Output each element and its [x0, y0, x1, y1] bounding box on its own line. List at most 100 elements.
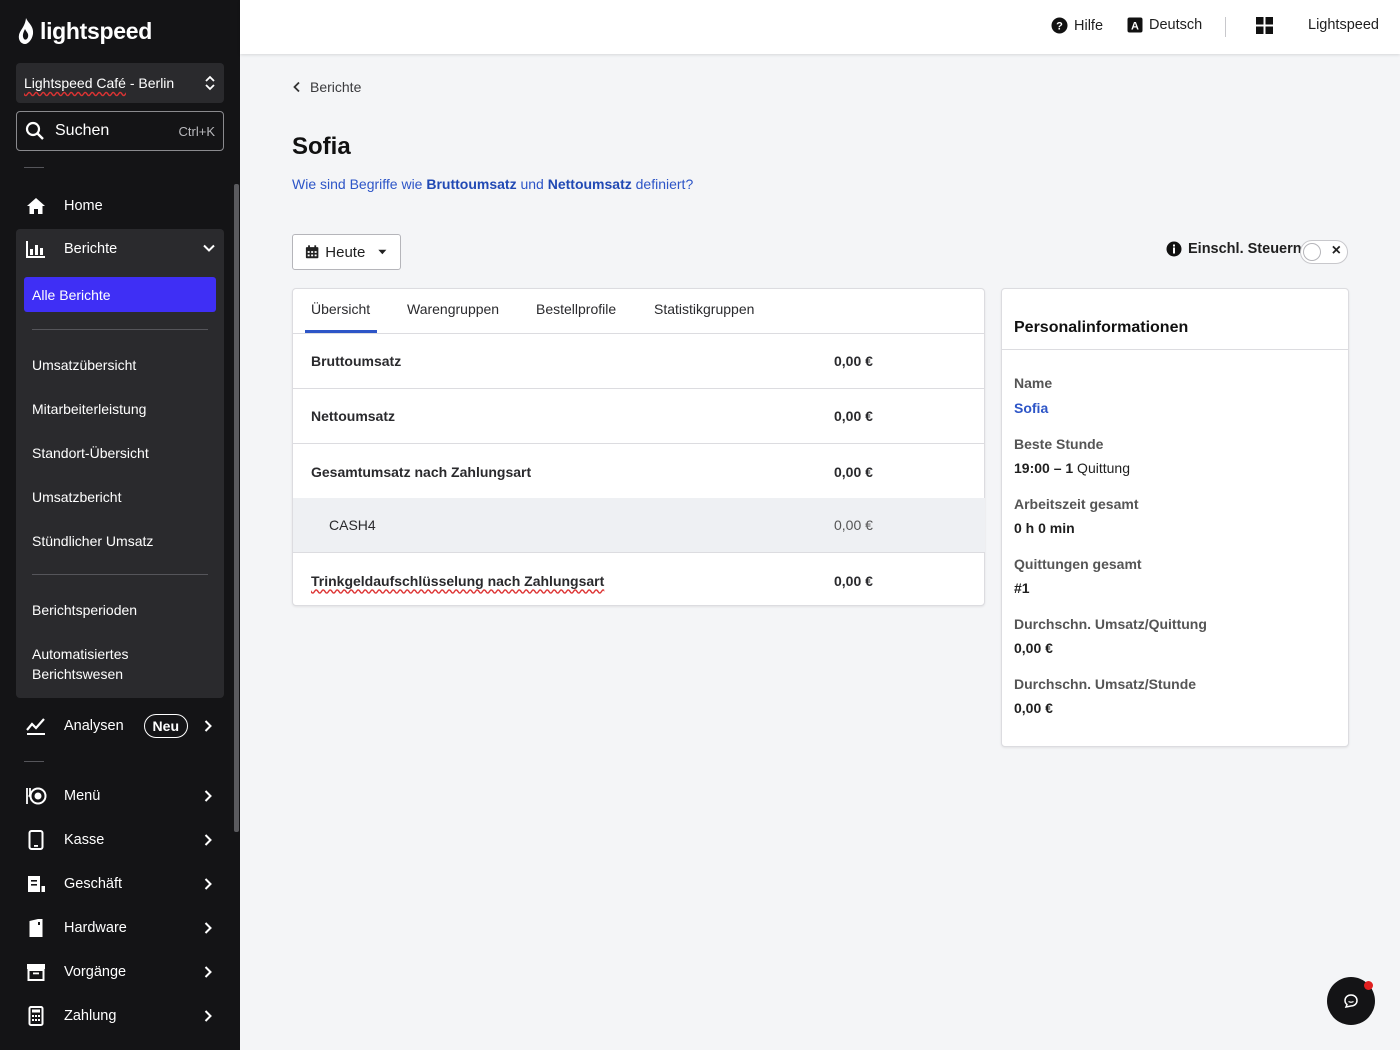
row-value: 0,00 € [834, 572, 873, 589]
sidebar-item-sales-overview[interactable]: Umsatzübersicht [32, 355, 208, 375]
help-label: Hilfe [1074, 17, 1104, 34]
chevron-right-icon [200, 876, 216, 892]
avg-hour-label: Durchschn. Umsatz/Stunde [1014, 676, 1197, 692]
chevron-right-icon [200, 832, 216, 848]
sidebar-scrollbar[interactable] [234, 184, 239, 832]
breadcrumb[interactable]: Berichte [292, 79, 361, 95]
row-value: 0,00 € [834, 353, 873, 369]
definitions-help: Wie sind Begriffe wie Bruttoumsatz und N… [292, 176, 693, 192]
staff-name-link[interactable]: Sofia [1014, 400, 1048, 416]
nav-kasse-label: Kasse [64, 832, 105, 848]
help-suffix: definiert? [631, 176, 694, 192]
nav-hardware[interactable]: Hardware [16, 908, 224, 948]
nav-menu[interactable]: Menü [16, 776, 224, 816]
svg-text:A: A [1131, 21, 1139, 33]
tab-overview[interactable]: Übersicht [311, 301, 370, 317]
calendar-icon [305, 245, 319, 259]
search-icon [25, 121, 44, 140]
notification-dot [1364, 981, 1373, 990]
search-shortcut: Ctrl+K [178, 123, 215, 139]
worktime-label: Arbeitszeit gesamt [1014, 496, 1139, 512]
chevron-right-icon [200, 920, 216, 936]
nav-vorgaenge[interactable]: Vorgänge [16, 952, 224, 992]
home-icon [24, 194, 48, 218]
row-value: 0,00 € [834, 463, 873, 480]
chevron-right-icon [200, 788, 216, 804]
tab-product-groups[interactable]: Warengruppen [407, 301, 499, 317]
search-input[interactable]: Suchen Ctrl+K [16, 111, 224, 151]
top-bar: ? Hilfe A Deutsch Lightspeed [240, 0, 1400, 54]
sidebar-item-location-overview[interactable]: Standort-Übersicht [32, 443, 208, 463]
sidebar-item-automated-reporting[interactable]: Automatisiertes Berichtswesen [32, 644, 208, 684]
nav-reports-label: Berichte [64, 241, 118, 257]
avg-receipt-label: Durchschn. Umsatz/Quittung [1014, 616, 1207, 632]
nav-zahlung-label: Zahlung [64, 1008, 117, 1024]
tab-statistic-groups[interactable]: Statistikgruppen [654, 301, 754, 317]
caret-down-icon [378, 249, 387, 255]
nav-home[interactable]: Home [16, 186, 224, 226]
nav-kasse[interactable]: Kasse [16, 820, 224, 860]
divider [32, 329, 208, 330]
row-label: Nettoumsatz [311, 408, 396, 424]
help-link[interactable]: ? Hilfe [1051, 17, 1103, 34]
chat-button[interactable] [1327, 977, 1375, 1025]
brand-name: lightspeed [40, 17, 153, 44]
breadcrumb-label: Berichte [310, 79, 362, 95]
tax-label-text: Einschl. Steuern [1188, 241, 1302, 257]
nav-reports[interactable]: Berichte [16, 229, 224, 269]
chevron-updown-icon [205, 75, 215, 91]
divider [1225, 17, 1226, 37]
period-dropdown[interactable]: Heute [292, 234, 401, 270]
row-label: Trinkgeldaufschlüsselung nach Zahlungsar… [311, 572, 605, 589]
best-hour-value: 19:00 – 1 Quittung [1014, 460, 1130, 476]
row-value: 0,00 € [834, 517, 873, 533]
language-label: Deutsch [1149, 17, 1203, 33]
sidebar-item-staff-performance[interactable]: Mitarbeiterleistung [32, 399, 208, 419]
nav-geschaeft-label: Geschäft [64, 876, 123, 892]
store-selector[interactable]: Lightspeed Café - Berlin [16, 63, 224, 103]
nav-vorgaenge-label: Vorgänge [64, 964, 127, 980]
calculator-icon [24, 1004, 48, 1028]
sidebar-item-all-reports[interactable]: Alle Berichte [24, 277, 216, 312]
lightspeed-logo[interactable]: lightspeed [16, 16, 152, 46]
hardware-icon [24, 916, 48, 940]
tax-label: Einschl. Steuern [1166, 241, 1302, 257]
sidebar-item-hourly-sales[interactable]: Stündlicher Umsatz [32, 531, 208, 551]
nav-analysen[interactable]: Analysen Neu [16, 706, 224, 746]
help-mid: und [516, 176, 548, 192]
sidebar-item-sales-report[interactable]: Umsatzbericht [32, 487, 208, 507]
best-hour-unit: Quittung [1073, 460, 1130, 476]
table-row: Gesamtumsatz nach Zahlungsart 0,00 € [293, 444, 985, 499]
row-value: 0,00 € [834, 408, 873, 424]
apps-button[interactable] [1256, 17, 1273, 34]
divider [24, 761, 44, 762]
net-sales-term-link[interactable]: Nettoumsatz [548, 176, 632, 192]
account-label: Lightspeed [1308, 17, 1379, 33]
personal-info-card: Personalinformationen Name Sofia Beste S… [1001, 288, 1349, 747]
apps-grid-icon [1256, 17, 1273, 34]
nav-analysen-label: Analysen [64, 718, 124, 734]
gross-sales-term-link[interactable]: Bruttoumsatz [426, 176, 516, 192]
divider [1002, 349, 1348, 350]
svg-text:?: ? [1056, 21, 1063, 33]
nav-home-label: Home [64, 198, 103, 214]
tax-toggle[interactable]: × [1300, 240, 1348, 264]
bar-chart-icon [24, 237, 48, 261]
store-name: Lightspeed Café - Berlin [24, 75, 175, 91]
receipts-label: Quittungen gesamt [1014, 556, 1142, 572]
row-label: Gesamtumsatz nach Zahlungsart [311, 463, 532, 480]
tab-order-profiles[interactable]: Bestellprofile [536, 301, 616, 317]
period-label: Heute [325, 243, 366, 261]
receipts-value: #1 [1014, 580, 1030, 596]
language-icon: A [1127, 17, 1143, 33]
reports-section: Berichte Alle Berichte Umsatzübersicht M… [16, 229, 224, 698]
table-row: Trinkgeldaufschlüsselung nach Zahlungsar… [293, 553, 985, 608]
nav-zahlung[interactable]: Zahlung [16, 996, 224, 1036]
chevron-down-icon [202, 241, 216, 258]
account-menu[interactable]: Lightspeed [1308, 17, 1379, 33]
sidebar-item-report-periods[interactable]: Berichtsperioden [32, 600, 208, 620]
name-label: Name [1014, 375, 1053, 391]
language-selector[interactable]: A Deutsch [1127, 17, 1202, 33]
chevron-right-icon [200, 718, 216, 734]
nav-geschaeft[interactable]: Geschäft [16, 864, 224, 904]
